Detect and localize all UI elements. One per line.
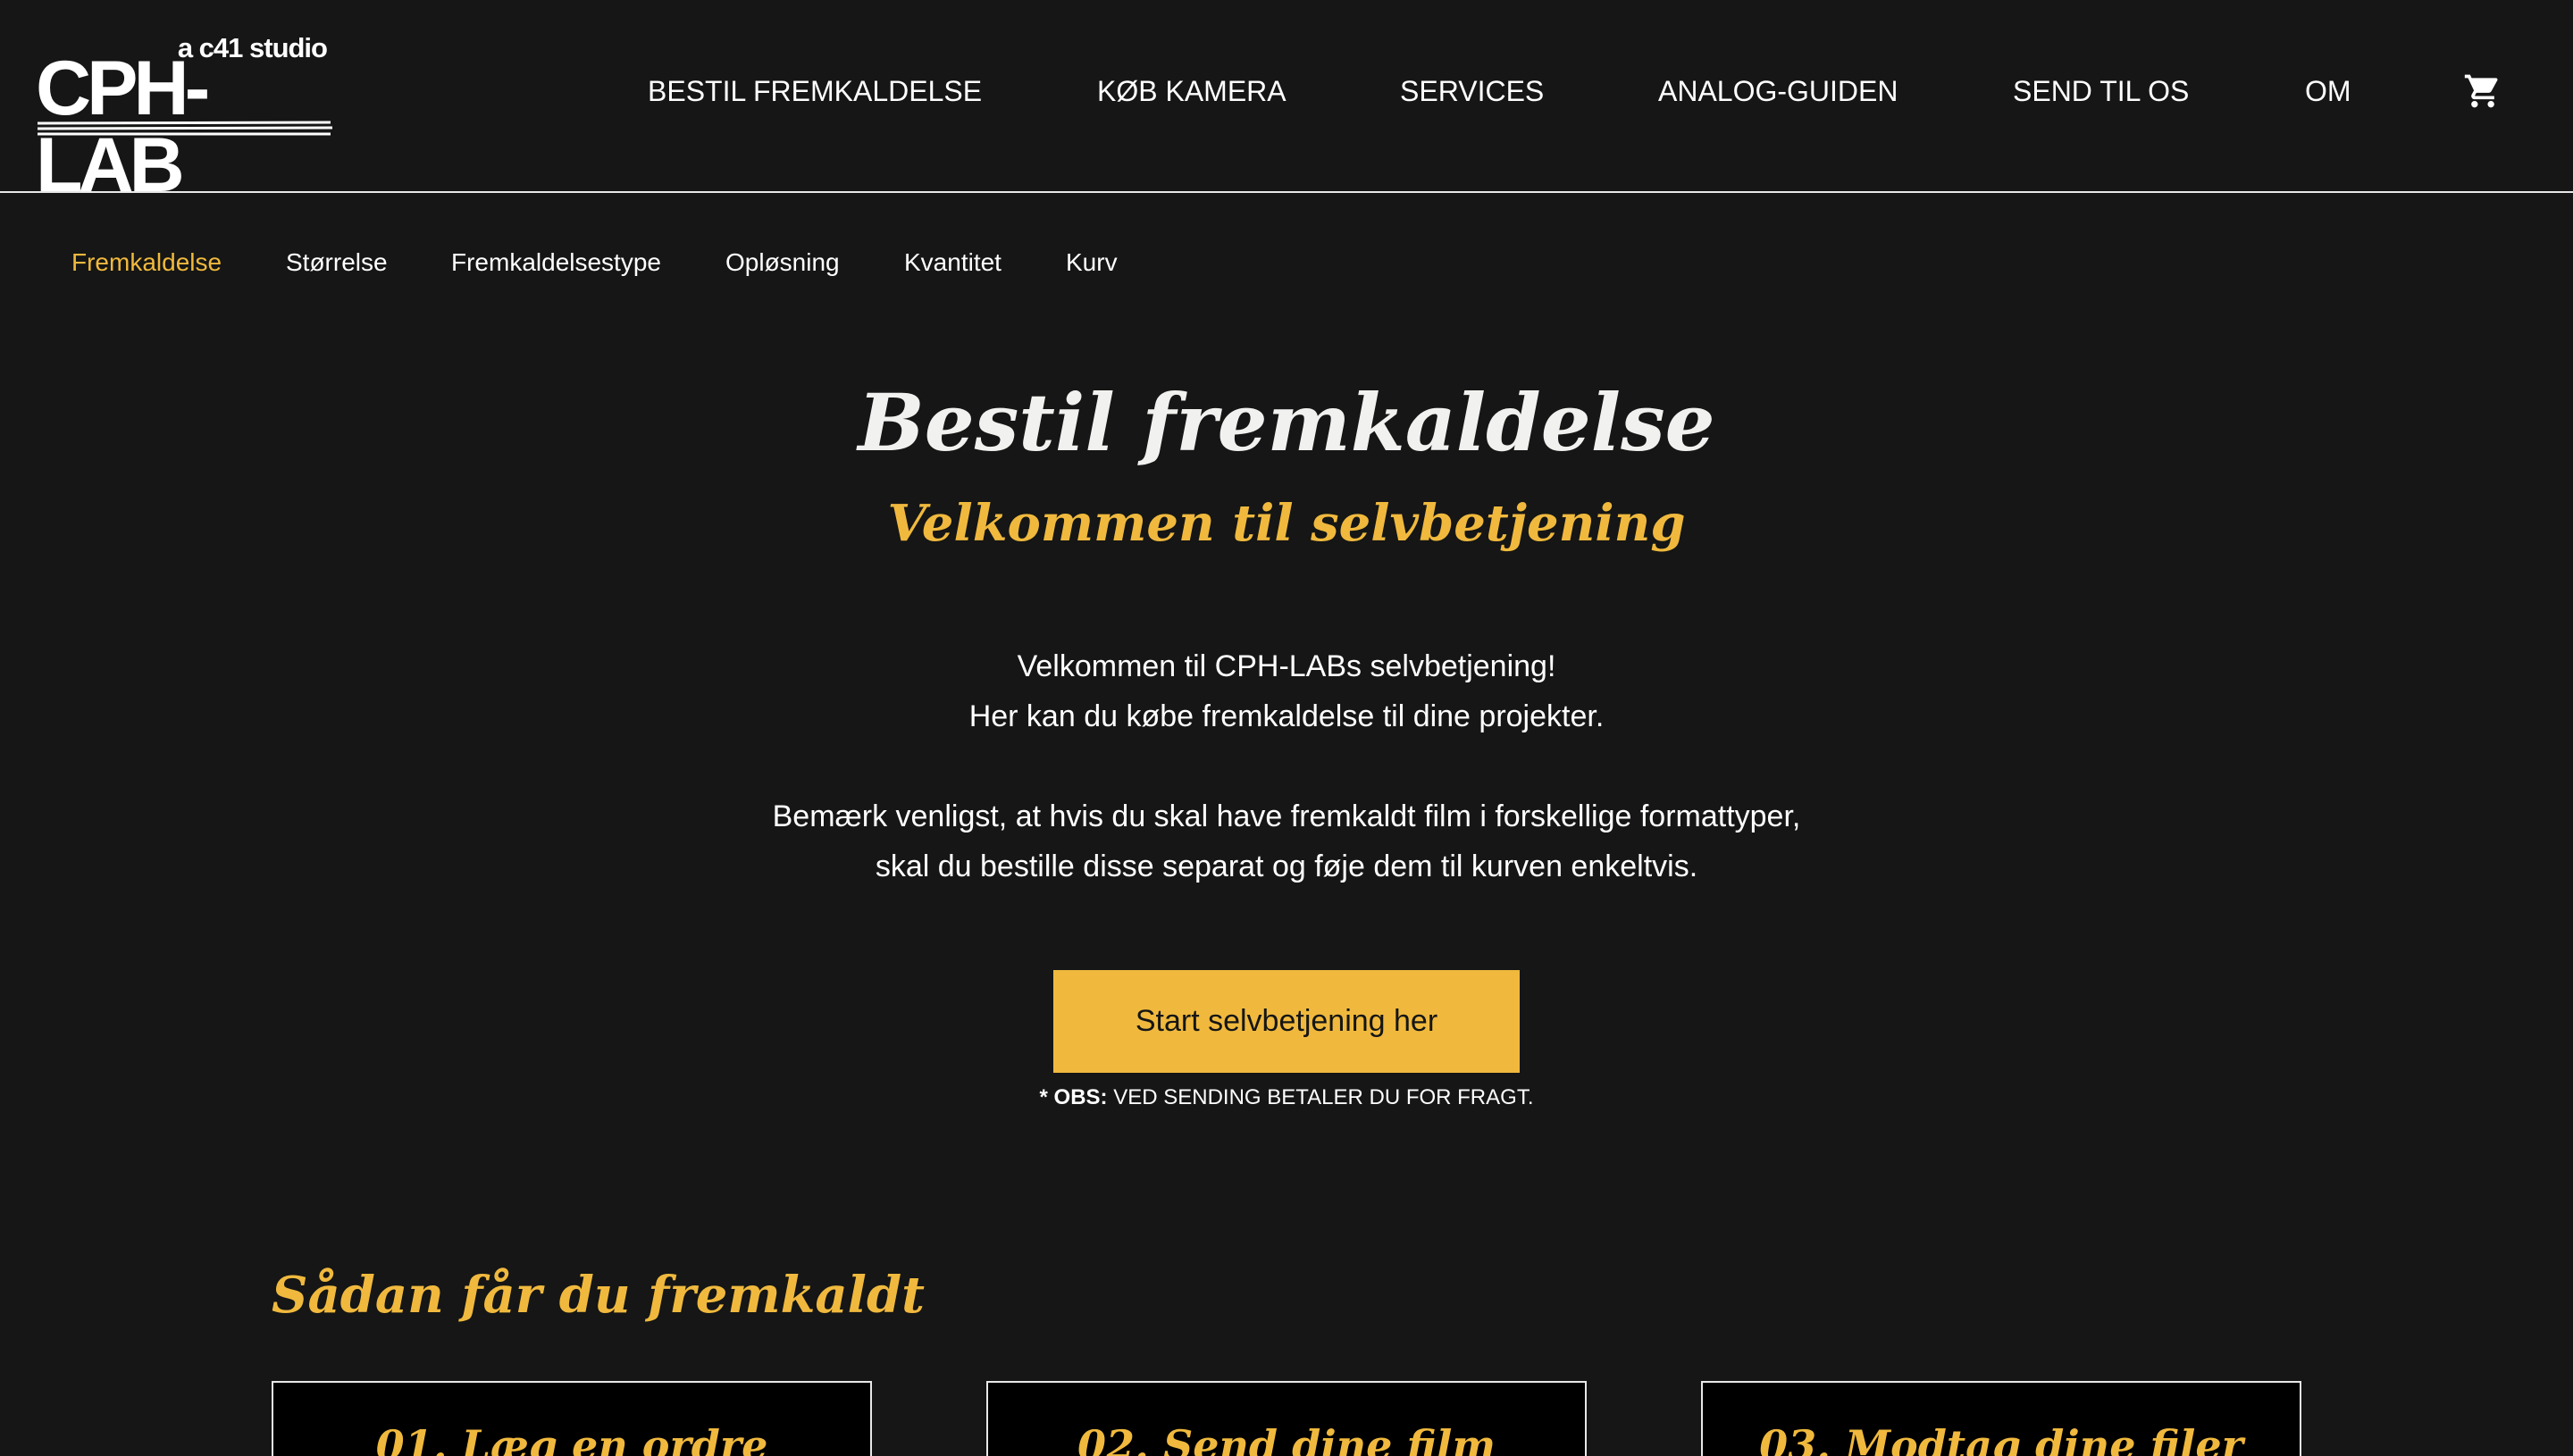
intro-line: Her kan du købe fremkaldelse til dine pr…: [968, 699, 1605, 733]
logo-underline-icon: [37, 121, 333, 136]
nav-send-til-os[interactable]: SEND TIL OS: [2013, 73, 2189, 109]
step-card: 03. Modtag dine filer: [1701, 1381, 2301, 1456]
subnav-kurv[interactable]: Kurv: [1066, 247, 1118, 279]
nav-bestil-fremkaldelse[interactable]: BESTIL FREMKALDELSE: [648, 73, 982, 109]
format-note: Bemærk venligst, at hvis du skal have fr…: [0, 791, 2573, 891]
subnav-fremkaldelsestype[interactable]: Fremkaldelsestype: [451, 247, 661, 279]
steps-heading: Sådan får du fremkaldt: [272, 1266, 925, 1325]
subnav-fremkaldelse[interactable]: Fremkaldelse: [71, 247, 222, 279]
cart-button[interactable]: [2462, 71, 2503, 111]
subnav-oploesning[interactable]: Opløsning: [725, 247, 840, 279]
page-subtitle: Velkommen til selvbetjening: [887, 494, 1686, 553]
note-line: skal du bestille disse separat og føje d…: [875, 849, 1698, 883]
nav-analog-guiden[interactable]: ANALOG-GUIDEN: [1658, 73, 1898, 109]
subnav-stoerrelse[interactable]: Størrelse: [286, 247, 388, 279]
note-line: Bemærk venligst, at hvis du skal have fr…: [772, 799, 1801, 833]
subnav-kvantitet[interactable]: Kvantitet: [904, 247, 1002, 279]
main-nav: BESTIL FREMKALDELSE KØB KAMERA SERVICES …: [0, 73, 2573, 109]
start-self-service-button[interactable]: Start selvbetjening her: [1053, 970, 1520, 1073]
nav-services[interactable]: SERVICES: [1400, 73, 1544, 109]
step-card: 02. Send dine film: [986, 1381, 1587, 1456]
nav-koeb-kamera[interactable]: KØB KAMERA: [1097, 73, 1286, 109]
intro-line: Velkommen til CPH-LABs selvbetjening!: [1017, 649, 1556, 683]
nav-om[interactable]: OM: [2305, 73, 2351, 109]
shipping-notice: * OBS: VED SENDING BETALER DU FOR FRAGT.: [0, 1084, 2573, 1111]
obs-label: * OBS:: [1039, 1085, 1108, 1109]
order-steps-nav: Fremkaldelse Størrelse Fremkaldelsestype…: [0, 247, 1251, 279]
cart-icon: [2464, 74, 2498, 108]
intro-text: Velkommen til CPH-LABs selvbetjening! He…: [0, 641, 2573, 741]
step-title: 02. Send dine film: [1077, 1421, 1496, 1456]
step-title: 01. Læg en ordre: [375, 1421, 768, 1456]
step-card: 01. Læg en ordre: [272, 1381, 872, 1456]
obs-text: VED SENDING BETALER DU FOR FRAGT.: [1107, 1085, 1534, 1109]
step-title: 03. Modtag dine filer: [1759, 1421, 2243, 1456]
page-title: Bestil fremkaldelse: [858, 376, 1715, 469]
site-header: a c41 studio CPH-LAB BESTIL FREMKALDELSE…: [0, 0, 2573, 204]
